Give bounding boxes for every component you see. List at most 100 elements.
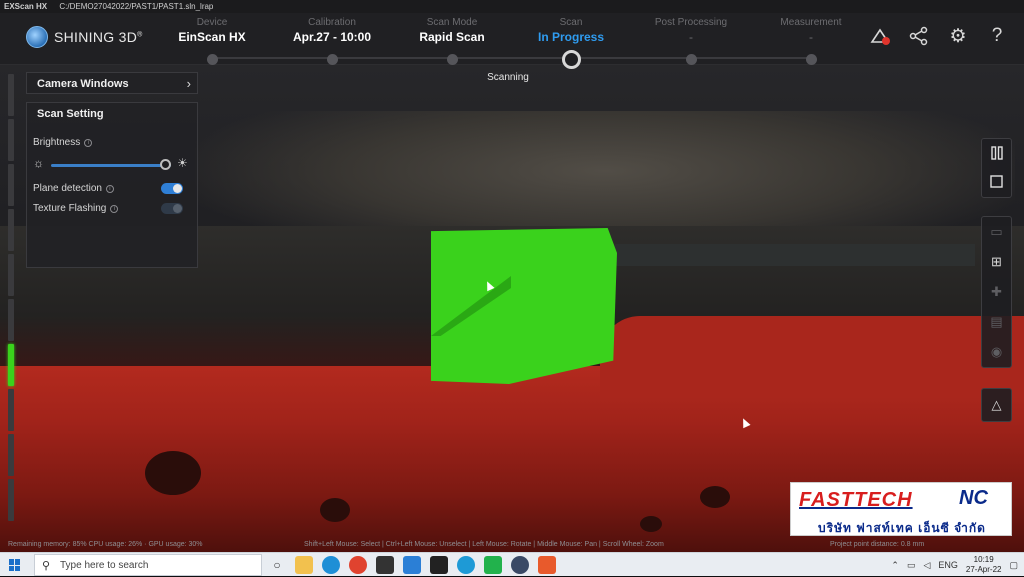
notification-icon[interactable]: ▢ bbox=[1009, 560, 1018, 571]
speaker-icon[interactable]: ◁ bbox=[923, 560, 930, 571]
puzzle-icon[interactable]: ✚ bbox=[982, 277, 1011, 307]
top-icons: ⚙ ? bbox=[867, 23, 1010, 49]
network-icon[interactable]: ▭ bbox=[907, 560, 916, 571]
step-label: Scan Mode bbox=[426, 17, 478, 28]
taskbar-search-box[interactable]: ⚲ Type here to search bbox=[34, 554, 262, 576]
point-cloud-bar bbox=[615, 244, 975, 266]
step-measurement[interactable]: Measurement - bbox=[749, 16, 873, 65]
watermark-suffix: NC bbox=[959, 487, 988, 509]
office-icon[interactable] bbox=[538, 556, 556, 574]
clock-time: 10:19 bbox=[973, 555, 994, 564]
task-view-icon[interactable]: ○ bbox=[268, 556, 286, 574]
title-bar: EXScan HX C:/DEMO27042022/PAST1/PAST1.sl… bbox=[0, 0, 1024, 13]
taskbar-clock[interactable]: 10:19 27-Apr-22 bbox=[966, 555, 1002, 575]
brand-name: SHINING 3D® bbox=[54, 29, 143, 45]
step-scan[interactable]: Scan In Progress bbox=[509, 16, 633, 69]
scan-setting-panel: Scan Setting Brightness i ☼ ☀ Plane detec… bbox=[26, 102, 198, 268]
sun-low-icon: ☼ bbox=[33, 156, 44, 170]
layer-icon[interactable]: ▭ bbox=[982, 217, 1011, 247]
chrome-browser-icon[interactable] bbox=[349, 556, 367, 574]
line-icon[interactable] bbox=[484, 556, 502, 574]
camera-windows-title: Camera Windows bbox=[37, 78, 129, 90]
distance-segment bbox=[8, 254, 14, 296]
brightness-row: Brightness i bbox=[33, 133, 191, 153]
settings-gear-icon[interactable]: ⚙ bbox=[945, 23, 971, 49]
chevron-right-icon[interactable]: › bbox=[187, 76, 191, 91]
exscan-app: EXScan HX C:/DEMO27042022/PAST1/PAST1.sl… bbox=[0, 0, 1024, 552]
texture-flashing-toggle[interactable] bbox=[161, 203, 183, 214]
point-cloud-red-part-upper bbox=[600, 316, 1024, 396]
pause-icon[interactable] bbox=[982, 139, 1011, 167]
scan-control-toolbar bbox=[981, 138, 1012, 198]
file-path: C:/DEMO27042022/PAST1/PAST1.sln_lrap bbox=[59, 2, 214, 11]
step-label: Calibration bbox=[308, 17, 356, 28]
part-hole bbox=[145, 451, 201, 495]
step-value: Rapid Scan bbox=[419, 30, 485, 44]
memory-usage: Remaining memory: 85% CPU usage: 26% · G… bbox=[8, 541, 203, 548]
info-icon[interactable]: i bbox=[105, 185, 114, 193]
mesh-icon[interactable]: △ bbox=[982, 389, 1011, 421]
windows-taskbar: ⚲ Type here to search ○ ⌃ ▭ ◁ ENG 10:19 … bbox=[0, 552, 1024, 576]
language-indicator[interactable]: ENG bbox=[938, 560, 958, 570]
sun-high-icon: ☀ bbox=[177, 156, 188, 170]
workflow-steps: Device EinScan HX Calibration Apr.27 - 1… bbox=[150, 13, 873, 69]
distance-segment bbox=[8, 119, 14, 161]
step-dot bbox=[447, 54, 458, 65]
taskbar-apps: ○ bbox=[268, 556, 556, 574]
distance-segment bbox=[8, 479, 14, 521]
step-scan-mode[interactable]: Scan Mode Rapid Scan bbox=[390, 16, 514, 65]
scan-settings-body: Brightness i ☼ ☀ Plane detection i Texture… bbox=[27, 125, 197, 219]
brightness-slider-handle[interactable] bbox=[160, 159, 171, 170]
point-distance: Project point distance: 0.8 mm bbox=[830, 541, 925, 548]
brightness-slider[interactable]: ☼ ☀ bbox=[33, 153, 191, 175]
step-label: Measurement bbox=[780, 17, 842, 28]
info-icon[interactable]: i bbox=[110, 205, 119, 213]
clear-icon[interactable]: ⊞ bbox=[982, 247, 1011, 277]
clock-date: 27-Apr-22 bbox=[965, 565, 1002, 574]
step-dot bbox=[207, 54, 218, 65]
store-icon[interactable] bbox=[376, 556, 394, 574]
skype-icon[interactable] bbox=[457, 556, 475, 574]
distance-indicator bbox=[8, 74, 15, 542]
search-icon: ⚲ bbox=[42, 560, 51, 572]
brand-logo: SHINING 3D® bbox=[26, 25, 143, 49]
brightness-label: Brightness bbox=[33, 137, 81, 148]
exscan-taskbar-icon[interactable] bbox=[511, 556, 529, 574]
search-placeholder: Type here to search bbox=[60, 560, 149, 571]
scan-status: Scanning bbox=[487, 72, 529, 83]
save-icon[interactable]: ▤ bbox=[982, 307, 1011, 337]
plane-detection-row: Plane detection i bbox=[33, 179, 191, 199]
watermark-thai: บริษัท ฟาสท์เทค เอ็นซี จำกัด bbox=[818, 521, 986, 535]
step-dot bbox=[806, 54, 817, 65]
scanner-app-icon[interactable] bbox=[430, 556, 448, 574]
step-calibration[interactable]: Calibration Apr.27 - 10:00 bbox=[270, 16, 394, 65]
camera-windows-panel[interactable]: Camera Windows › bbox=[26, 72, 198, 94]
part-hole bbox=[320, 498, 350, 522]
stop-icon[interactable] bbox=[982, 167, 1011, 195]
distance-segment bbox=[8, 74, 14, 116]
info-icon[interactable]: i bbox=[84, 139, 93, 147]
watermark-name: FASTTECH bbox=[799, 489, 913, 511]
scanner-alert-icon[interactable] bbox=[867, 23, 893, 49]
part-hole bbox=[640, 516, 662, 532]
step-label: Scan bbox=[559, 17, 583, 28]
chevron-up-icon[interactable]: ⌃ bbox=[891, 560, 899, 571]
status-bar: Remaining memory: 85% CPU usage: 26% · G… bbox=[0, 538, 1024, 552]
mouse-hints: Shift+Left Mouse: Select | Ctrl+Left Mou… bbox=[304, 541, 664, 548]
step-device[interactable]: Device EinScan HX bbox=[150, 16, 274, 65]
system-tray: ⌃ ▭ ◁ ENG 10:19 27-Apr-22 ▢ bbox=[891, 553, 1018, 577]
brightness-slider-track[interactable] bbox=[51, 164, 171, 167]
mail-icon[interactable] bbox=[403, 556, 421, 574]
file-explorer-icon[interactable] bbox=[295, 556, 313, 574]
step-post-processing[interactable]: Post Processing - bbox=[629, 16, 753, 65]
help-icon[interactable]: ? bbox=[984, 23, 1010, 49]
plane-detection-toggle[interactable] bbox=[161, 183, 183, 194]
distance-segment bbox=[8, 299, 14, 341]
view-icon[interactable]: ◉ bbox=[982, 337, 1011, 367]
distance-segment bbox=[8, 209, 14, 251]
edge-browser-icon[interactable] bbox=[322, 556, 340, 574]
windows-start-icon[interactable] bbox=[9, 559, 21, 571]
shining3d-logo-icon bbox=[26, 26, 48, 48]
share-icon[interactable] bbox=[906, 23, 932, 49]
step-value: Apr.27 - 10:00 bbox=[292, 30, 372, 44]
